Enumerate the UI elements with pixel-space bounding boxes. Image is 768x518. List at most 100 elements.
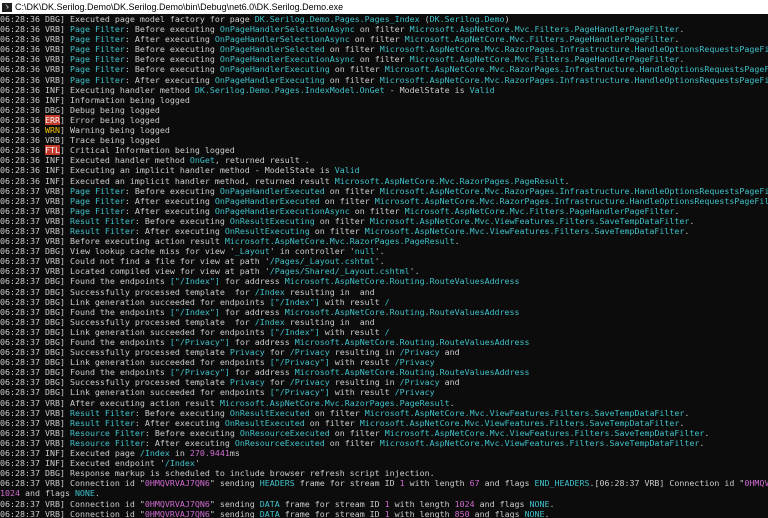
log-timestamp: 06:28:36 — [0, 114, 45, 125]
log-line: 06:28:37 VRB] Connection id "0HMQVRVAJ7Q… — [0, 509, 768, 518]
log-text: - ModelState is — [384, 84, 470, 95]
log-text: ] — [59, 225, 70, 236]
log-line: 06:28:37 DBG] View lookup cache miss for… — [0, 246, 768, 256]
log-level: VRB — [44, 427, 60, 438]
log-timestamp: 06:28:36 — [0, 84, 45, 95]
log-text: ] Located compiled view for view at path… — [59, 266, 270, 277]
log-timestamp: 06:28:36 — [0, 104, 45, 115]
log-text: : Before executing — [144, 427, 240, 438]
log-highlight: Microsoft.AspNetCore.Mvc.Filters.PageHan… — [409, 54, 680, 65]
log-text: resulting in — [329, 377, 400, 388]
log-highlight: OnPageHandlerExecuting — [219, 64, 330, 75]
log-text: frame for stream ID — [279, 508, 385, 518]
log-level: DBG — [44, 326, 60, 337]
log-level: WRN — [44, 125, 60, 136]
log-timestamp: 06:28:37 — [0, 337, 45, 347]
log-level: DBG — [44, 387, 60, 398]
log-highlight: Microsoft.AspNetCore.Mvc.RazorPages.Infr… — [384, 64, 768, 75]
log-line: 06:28:36 VRB] Page Filter: Before execut… — [0, 54, 768, 64]
log-level: INF — [44, 165, 60, 176]
log-text: ] Trace being logged — [59, 135, 160, 146]
log-text: : After executing — [144, 437, 235, 448]
log-timestamp: 06:28:37 — [0, 205, 45, 216]
log-text: ] — [59, 34, 70, 45]
log-text: . — [684, 407, 690, 418]
log-text: . — [674, 34, 680, 45]
log-number: 850 — [454, 508, 470, 518]
log-line: 1024 and flags NONE. — [0, 488, 768, 498]
log-highlight: OnPageHandlerSelectionAsync — [219, 24, 355, 35]
log-highlight: END_HEADERS — [534, 478, 590, 489]
log-line: 06:28:37 VRB] Resource Filter: After exe… — [0, 438, 768, 448]
log-highlight: OnResultExecuted — [229, 407, 310, 418]
log-highlight: ["/Index"] — [169, 276, 220, 287]
log-number: 1024 — [454, 498, 475, 509]
log-text: . — [449, 397, 455, 408]
log-highlight: Page Filter — [69, 44, 125, 55]
log-text: and — [439, 347, 465, 358]
log-level: DBG — [44, 246, 60, 257]
log-level-fatal-badge: FTL — [44, 145, 60, 156]
log-text: '. — [374, 246, 385, 257]
log-text: ] Executed endpoint ' — [59, 458, 165, 469]
log-text: '. — [374, 256, 385, 267]
log-text: : Before executing — [124, 24, 220, 35]
log-timestamp: 06:28:37 — [0, 387, 45, 398]
log-text: on filter — [319, 195, 375, 206]
log-line: 06:28:37 DBG] Successfully processed tem… — [0, 347, 768, 357]
log-text: for — [264, 377, 290, 388]
log-highlight: ["/Index"] — [269, 296, 320, 307]
log-timestamp: 06:28:37 — [0, 225, 45, 236]
log-highlight: Microsoft.AspNetCore.Mvc.ViewFeatures.Fi… — [364, 407, 685, 418]
log-highlight: ["/Index"] — [269, 326, 320, 337]
log-timestamp: 06:28:37 — [0, 185, 45, 196]
log-level: VRB — [44, 266, 60, 277]
log-text: ] Executed page model factory for page — [59, 14, 255, 24]
log-highlight: Microsoft.AspNetCore.Routing.RouteValues… — [284, 306, 520, 317]
log-highlight: NONE — [529, 498, 550, 509]
log-line: 06:28:37 DBG] Link generation succeeded … — [0, 357, 768, 367]
log-text: for address — [229, 367, 295, 378]
log-highlight: _Layout — [234, 246, 270, 257]
log-text: on filter — [324, 185, 380, 196]
log-line: 06:28:37 DBG] Found the endpoints ["/Ind… — [0, 276, 768, 286]
log-timestamp: 06:28:36 — [0, 14, 45, 24]
log-highlight: Result Filter — [69, 417, 135, 428]
log-highlight: Microsoft.AspNetCore.Mvc.ViewFeatures.Fi… — [364, 225, 685, 236]
log-text: ] Connection id " — [59, 498, 145, 509]
log-number: 67 — [469, 478, 480, 489]
log-text: on filter — [349, 34, 405, 45]
log-text: ] Link generation succeeded for endpoint… — [59, 296, 270, 307]
log-timestamp: 06:28:36 — [0, 155, 45, 166]
log-text: ] — [59, 437, 70, 448]
log-number: 0HMQVRVAJ7QN6 — [144, 498, 210, 509]
console-app-icon — [2, 2, 12, 12]
log-text: on filter — [329, 427, 385, 438]
log-timestamp: 06:28:37 — [0, 458, 45, 469]
log-level: VRB — [44, 236, 60, 247]
log-text: ] Found the endpoints — [59, 367, 170, 378]
log-level: VRB — [44, 44, 60, 55]
log-highlight: Microsoft.AspNetCore.Routing.RouteValues… — [284, 276, 520, 287]
log-highlight: Page Filter — [69, 205, 125, 216]
log-timestamp: 06:28:37 — [0, 246, 45, 257]
log-level: INF — [44, 175, 60, 186]
log-level: VRB — [44, 74, 60, 85]
log-highlight: Microsoft.AspNetCore.Mvc.ViewFeatures.Fi… — [369, 215, 690, 226]
log-highlight: OnPageHandlerExecuted — [219, 185, 325, 196]
log-timestamp: 06:28:36 — [0, 135, 45, 146]
log-timestamp: 06:28:37 — [0, 367, 45, 378]
log-timestamp: 06:28:36 — [0, 64, 45, 75]
log-text: ] Debug being logged — [59, 104, 160, 115]
console-output[interactable]: 06:28:36 DBG ] Executed page model factor… — [0, 14, 768, 518]
log-highlight: OnPageHandlerExecutionAsync — [219, 54, 355, 65]
log-highlight: ["/Privacy"] — [269, 387, 330, 398]
log-text: on filter — [314, 215, 370, 226]
log-highlight: Microsoft.AspNetCore.Mvc.ViewFeatures.Fi… — [384, 427, 705, 438]
log-text: ] — [59, 205, 70, 216]
log-text: : After executing — [124, 74, 215, 85]
log-timestamp: 06:28:37 — [0, 397, 45, 408]
log-number: 0HMQVRVAJ7QN6 — [744, 478, 768, 489]
log-highlight: / — [384, 296, 390, 307]
log-highlight: /Index — [164, 458, 195, 469]
